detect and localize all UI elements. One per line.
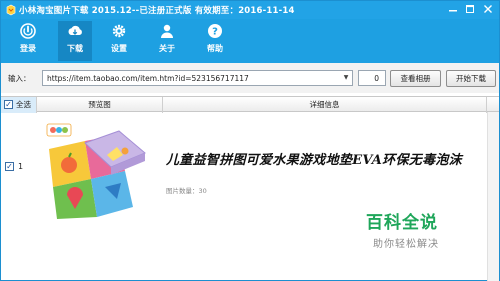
product-thumbnail [46, 123, 146, 219]
toolbar-settings-label: 设置 [111, 44, 127, 53]
toolbar-login[interactable]: 登录 [11, 21, 45, 61]
image-count: 图片数量：30 [166, 187, 207, 195]
toolbar-download[interactable]: 下载 [58, 21, 92, 61]
url-input[interactable]: https://item.taobao.com/item.htm?id=5231… [42, 70, 353, 86]
chevron-down-icon[interactable]: ▼ [342, 74, 350, 82]
gear-icon [112, 24, 126, 38]
toolbar-login-label: 登录 [20, 44, 36, 53]
url-input-value: https://item.taobao.com/item.htm?id=5231… [47, 74, 249, 83]
row-index: 1 [18, 162, 24, 171]
number-input-value: 0 [374, 74, 379, 83]
app-logo-icon [6, 4, 16, 16]
row-checkbox[interactable]: ✓ [5, 162, 14, 171]
close-button[interactable] [481, 3, 495, 15]
product-title: 儿童益智拼图可爱水果游戏地垫EVA环保无毒泡沫 [166, 153, 462, 168]
table-header: ✓ 全选 预览图 详细信息 [1, 96, 499, 113]
select-all-header[interactable]: ✓ 全选 [1, 97, 37, 113]
toolbar-help-label: 帮助 [207, 44, 223, 53]
svg-text:?: ? [212, 27, 218, 38]
input-row: 输入： https://item.taobao.com/item.htm?id=… [1, 63, 499, 93]
detail-column-header: 详细信息 [163, 97, 487, 113]
watermark-subtitle: 助你轻松解决 [373, 239, 439, 250]
login-icon [20, 23, 36, 39]
close-icon [484, 5, 492, 13]
select-all-checkbox[interactable]: ✓ [4, 100, 13, 109]
maximize-button[interactable] [463, 3, 477, 15]
minimize-icon [449, 10, 457, 12]
start-download-button[interactable]: 开始下载 [446, 70, 496, 87]
input-label: 输入： [8, 74, 31, 83]
toolbar-about[interactable]: 关于 [150, 21, 184, 61]
toolbar-settings[interactable]: 设置 [102, 21, 136, 61]
app-window: 小林淘宝图片下载 2015.12--已注册正式版 有效期至：2016-11-14 [0, 0, 500, 281]
help-icon: ? [208, 24, 222, 38]
table-row[interactable]: ✓ 1 儿童益智拼图可爱水果游戏地垫EVA环保无毒泡沫 图片数量：30 [1, 113, 499, 223]
select-all-label: 全选 [16, 100, 31, 109]
minimize-button[interactable] [446, 3, 460, 15]
window-title: 小林淘宝图片下载 2015.12--已注册正式版 有效期至：2016-11-14 [19, 6, 295, 16]
vertical-scrollbar[interactable] [487, 112, 499, 281]
toolbar-download-label: 下载 [67, 44, 83, 53]
toolbar-help[interactable]: ? 帮助 [198, 21, 232, 61]
number-input[interactable]: 0 [358, 70, 386, 86]
title-bar: 小林淘宝图片下载 2015.12--已注册正式版 有效期至：2016-11-14 [1, 1, 499, 19]
main-toolbar: 登录 下载 设置 关于 ? 帮助 [1, 19, 499, 63]
watermark-title: 百科全说 [366, 213, 438, 233]
preview-column-header: 预览图 [37, 97, 163, 113]
user-icon [161, 24, 173, 38]
cloud-download-icon [68, 25, 82, 35]
view-album-button[interactable]: 查看相册 [390, 70, 441, 87]
toolbar-about-label: 关于 [159, 44, 175, 53]
maximize-icon [466, 5, 474, 13]
